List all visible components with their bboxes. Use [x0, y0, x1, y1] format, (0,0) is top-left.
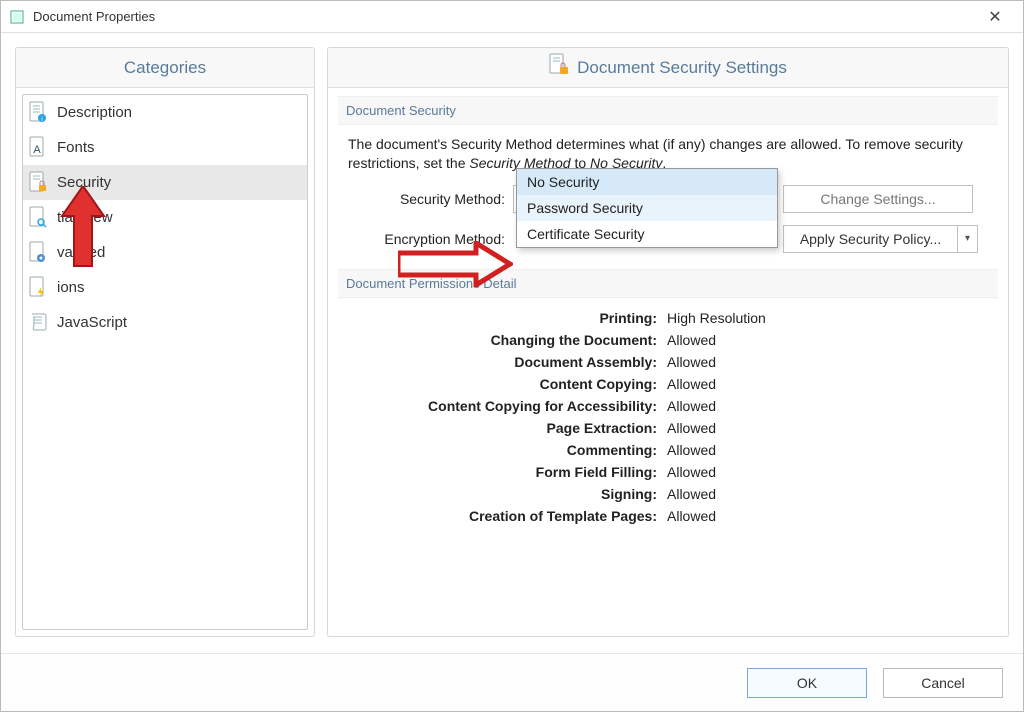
permission-row: Page Extraction:Allowed [348, 420, 978, 436]
app-icon [9, 9, 25, 25]
permissions-list: Printing:High Resolution Changing the Do… [338, 298, 998, 540]
category-fonts[interactable]: A Fonts [23, 130, 307, 165]
categories-panel: Categories i Description A Fonts [15, 47, 315, 637]
window-title: Document Properties [33, 9, 975, 24]
svg-text:i: i [41, 117, 42, 123]
categories-header: Categories [16, 48, 314, 88]
category-actions[interactable]: ions [23, 270, 307, 305]
page-script-icon [29, 311, 51, 335]
dialog-footer: OK Cancel [1, 653, 1023, 711]
permission-row: Commenting:Allowed [348, 442, 978, 458]
permissions-group-title: Document Permissions Detail [338, 269, 998, 298]
category-security[interactable]: Security [23, 165, 307, 200]
category-initial-view[interactable]: tial View [23, 200, 307, 235]
option-no-security[interactable]: No Security [517, 169, 777, 195]
category-label: Security [57, 174, 111, 191]
category-label: Description [57, 104, 132, 121]
apply-security-policy-button[interactable]: Apply Security Policy... [783, 225, 958, 253]
option-password-security[interactable]: Password Security [517, 195, 777, 221]
page-gear-icon [29, 241, 51, 265]
page-lock-icon [29, 171, 51, 195]
permission-row: Document Assembly:Allowed [348, 354, 978, 370]
permission-row: Form Field Filling:Allowed [348, 464, 978, 480]
category-advanced[interactable]: vanced [23, 235, 307, 270]
permission-row: Content Copying:Allowed [348, 376, 978, 392]
category-label: JavaScript [57, 314, 127, 331]
category-javascript[interactable]: JavaScript [23, 305, 307, 340]
categories-header-label: Categories [124, 58, 206, 78]
page-bolt-icon [29, 276, 51, 300]
document-properties-dialog: Document Properties ✕ Categories i Descr… [0, 0, 1024, 712]
category-description[interactable]: i Description [23, 95, 307, 130]
cancel-button[interactable]: Cancel [883, 668, 1003, 698]
settings-panel: Document Security Settings Document Secu… [327, 47, 1009, 637]
category-label: Fonts [57, 139, 95, 156]
page-search-icon [29, 206, 51, 230]
permission-row: Printing:High Resolution [348, 310, 978, 326]
apply-policy-dropdown-arrow[interactable]: ▾ [958, 225, 978, 253]
option-certificate-security[interactable]: Certificate Security [517, 221, 777, 247]
permission-row: Changing the Document:Allowed [348, 332, 978, 348]
permission-row: Creation of Template Pages:Allowed [348, 508, 978, 524]
document-security-group-title: Document Security [338, 96, 998, 125]
content-area: Categories i Description A Fonts [1, 33, 1023, 651]
page-info-icon: i [29, 101, 51, 125]
svg-text:A: A [33, 144, 41, 156]
settings-header: Document Security Settings [328, 48, 1008, 88]
change-settings-button[interactable]: Change Settings... [783, 185, 973, 213]
category-label: ions [57, 279, 85, 296]
permission-row: Content Copying for Accessibility:Allowe… [348, 398, 978, 414]
security-method-options-popup: No Security Password Security Certificat… [516, 168, 778, 248]
category-label: vanced [57, 244, 105, 261]
page-lock-icon [549, 53, 569, 82]
page-font-icon: A [29, 136, 51, 160]
category-label: tial View [57, 209, 113, 226]
close-button[interactable]: ✕ [975, 7, 1015, 27]
settings-header-label: Document Security Settings [577, 58, 787, 78]
titlebar: Document Properties ✕ [1, 1, 1023, 33]
security-method-label: Security Method: [348, 191, 513, 207]
ok-button[interactable]: OK [747, 668, 867, 698]
permission-row: Signing:Allowed [348, 486, 978, 502]
categories-list: i Description A Fonts Security [22, 94, 308, 630]
encryption-method-label: Encryption Method: [348, 231, 513, 247]
